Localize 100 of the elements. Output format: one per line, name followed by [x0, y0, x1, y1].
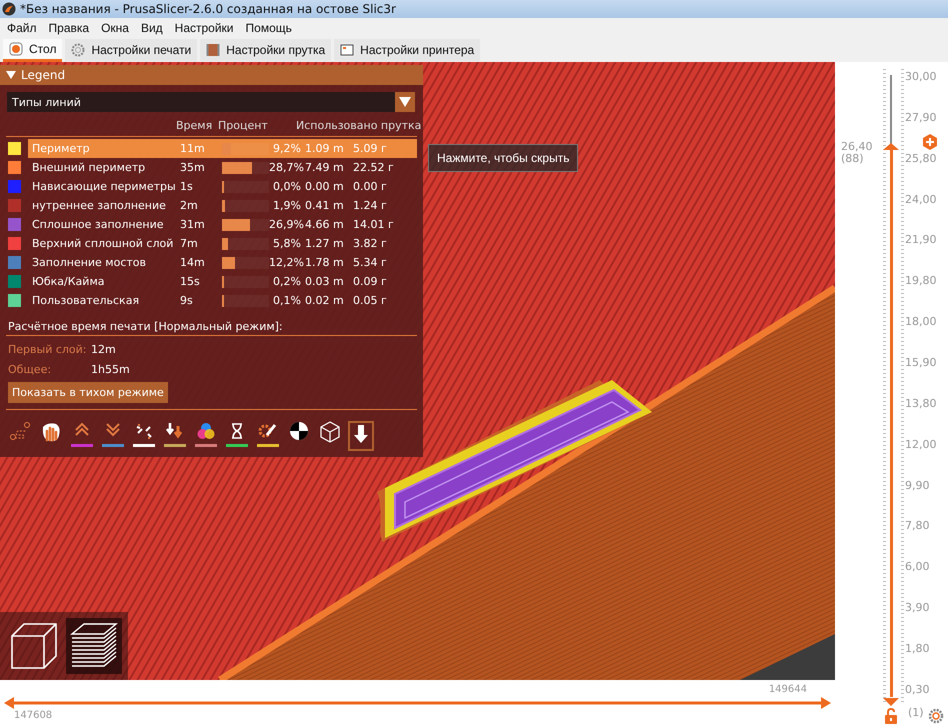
legend-row[interactable]: Нависающие периметры 1s 0,0% 0.00 m 0.00 г	[28, 177, 417, 196]
estimate-label: Общее:	[8, 363, 52, 376]
layer-height-label: 7,80	[905, 519, 930, 532]
app-logo-icon	[2, 2, 16, 16]
slider-value: 147608	[14, 710, 54, 721]
view-toggle-button[interactable]	[66, 618, 122, 674]
weight-value: 5.09 г	[353, 142, 388, 155]
length-value: 7.49 m	[305, 161, 345, 174]
time-value: 9s	[180, 294, 194, 307]
line-type-name: Пользовательская	[32, 294, 140, 307]
time-value: 7m	[180, 237, 199, 250]
menu-item[interactable]: Помощь	[240, 20, 299, 36]
unlock-icon[interactable]	[884, 708, 898, 724]
spool-icon	[206, 43, 220, 57]
thumb-value: 26,40	[841, 140, 872, 153]
layer-height-label: 1,80	[905, 642, 930, 656]
layer-height-label: 6,00	[905, 560, 930, 574]
percent-value: 9,2%	[272, 142, 302, 155]
menu-item[interactable]: Правка	[44, 20, 96, 36]
line-type-name: Юбка/Кайма	[32, 275, 106, 288]
add-icon[interactable]	[922, 134, 938, 150]
tab[interactable]: Настройки принтера	[334, 39, 480, 61]
layer-height-label: 3,90	[905, 601, 930, 614]
menu-item[interactable]: Окна	[96, 20, 136, 36]
percent-value: 1,9%	[272, 199, 302, 212]
layer-height-label: 15,90	[905, 356, 936, 370]
time-value: 35m	[180, 161, 206, 174]
percent-value: 0,1%	[272, 294, 302, 307]
column-header: Использовано прутка	[296, 118, 422, 132]
view-type-dropdown[interactable]: Типы линий	[7, 92, 415, 112]
legend-row[interactable]: Верхний сплошной слой 7m 5,8% 1.27 m 3.82 г	[28, 234, 417, 253]
weight-value: 5.34 г	[353, 256, 388, 269]
legend-header[interactable]: Legend	[0, 65, 423, 85]
legend-row[interactable]: нутреннее заполнение 2m 1,9% 0.41 m 1.24 г	[28, 196, 417, 215]
menu-item[interactable]: Вид	[136, 20, 170, 36]
length-value: 1.78 m	[305, 256, 345, 269]
menu-item[interactable]: Файл	[2, 20, 44, 36]
time-value: 2m	[180, 199, 199, 212]
percent-value: 12,2%	[269, 256, 305, 269]
weight-value: 0.09 г	[353, 275, 388, 288]
length-value: 1.09 m	[305, 142, 345, 155]
caret-icon	[395, 92, 415, 112]
time-value: 14m	[180, 256, 206, 269]
length-value: 1.27 m	[305, 237, 345, 250]
column-header: Процент	[218, 118, 269, 132]
gear-icon	[71, 43, 86, 57]
line-type-name: Верхний сплошной слой	[32, 237, 174, 250]
tab[interactable]: Настройки прутка	[200, 39, 332, 61]
length-value: 4.66 m	[305, 218, 345, 231]
layer-height-label: 25,80	[905, 152, 936, 165]
slider-thumb[interactable]	[4, 697, 14, 709]
layer-height-label: 27,90	[905, 110, 936, 124]
layer-number: (1)	[908, 706, 924, 719]
length-value: 0.03 m	[305, 275, 345, 288]
settings-icon[interactable]	[928, 708, 944, 724]
weight-value: 22.52 г	[353, 161, 395, 174]
legend-row[interactable]: Юбка/Кайма 15s 0,2% 0.03 m 0.09 г	[28, 272, 417, 291]
layer-number: (88)	[841, 152, 865, 165]
percent-value: 0,0%	[272, 180, 302, 193]
plate-icon	[9, 42, 23, 56]
percent-value: 28,7%	[269, 161, 305, 174]
hand-icon	[40, 421, 62, 443]
percent-value: 5,8%	[272, 237, 302, 250]
weight-value: 1.24 г	[353, 199, 388, 212]
layer-height-label: 24,00	[905, 192, 936, 206]
estimate-label: Первый слой:	[8, 343, 88, 356]
estimate-value: 12m	[91, 343, 116, 356]
time-value: 11m	[180, 142, 206, 155]
legend-row[interactable]: Пользовательская 9s 0,1% 0.02 m 0.05 г	[28, 291, 417, 310]
column-header: Время	[176, 118, 214, 132]
estimate-value: 1h55m	[91, 363, 130, 376]
legend-row[interactable]: Внешний периметр 35m 28,7%7.49 m 22.52 г	[28, 158, 417, 177]
weight-value: 14.01 г	[353, 218, 395, 231]
slider-thumb[interactable]	[883, 142, 899, 150]
layer-height-label: 30,00	[905, 70, 936, 83]
line-type-name: Внешний периметр	[32, 161, 146, 174]
silent-mode-button[interactable]: Показать в тихом режиме	[8, 382, 168, 403]
line-type-name: Периметр	[32, 142, 91, 155]
slider-thumb[interactable]	[883, 698, 899, 706]
printer-window-icon	[340, 43, 354, 57]
tab[interactable]: Стол	[3, 39, 62, 62]
route-icon	[9, 421, 31, 443]
percent-value: 0,2%	[272, 275, 302, 288]
layer-height-label: 18,00	[905, 315, 936, 328]
layer-height-label: 13,80	[905, 396, 936, 410]
legend-row[interactable]: Заполнение мостов 14m 12,2%1.78 m 5.34 г	[28, 253, 417, 272]
menu-item[interactable]: Настройки	[170, 20, 241, 36]
weight-value: 0.00 г	[353, 180, 388, 193]
tab[interactable]: Настройки печати	[65, 39, 198, 61]
percent-value: 26,9%	[269, 218, 305, 231]
line-type-name: Нависающие периметры	[32, 180, 177, 193]
time-value: 1s	[180, 180, 194, 193]
line-type-name: Заполнение мостов	[32, 256, 148, 269]
slider-thumb[interactable]	[821, 697, 831, 709]
legend-row[interactable]: Сплошное заполнение 31m 26,9%4.66 m 14.01 г	[28, 215, 417, 234]
layer-height-label: 21,90	[905, 233, 936, 246]
layer-height-label: 9,90	[905, 478, 930, 492]
time-value: 31m	[180, 218, 206, 231]
option-toggle[interactable]	[348, 421, 374, 451]
weight-value: 0.05 г	[353, 294, 388, 307]
